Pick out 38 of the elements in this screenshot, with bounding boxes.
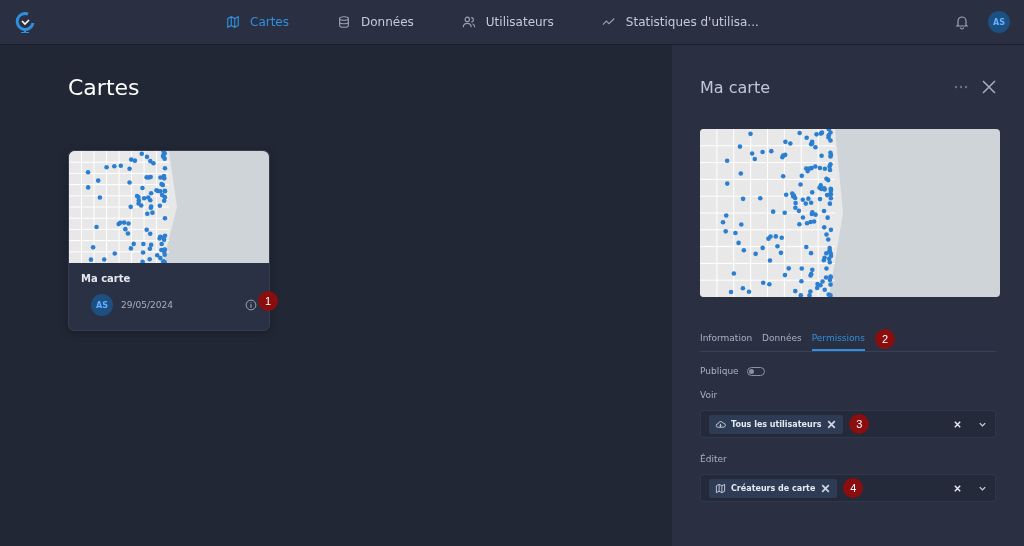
- callout-badge: 4: [843, 478, 864, 498]
- more-icon[interactable]: [954, 85, 968, 89]
- info-icon[interactable]: [245, 299, 257, 311]
- card-title: Ma carte: [81, 273, 132, 284]
- database-icon: [337, 15, 351, 29]
- panel-title: Ma carte: [700, 77, 771, 97]
- remove-icon[interactable]: [820, 482, 832, 494]
- chip-label: Tous les utilisateurs: [731, 419, 822, 429]
- field-label: Voir: [700, 390, 719, 400]
- callout-badge: 2: [874, 329, 895, 349]
- nav-item[interactable]: Données: [337, 15, 414, 29]
- chip-label: Créateurs de carte: [731, 483, 816, 493]
- tab[interactable]: Données: [762, 327, 802, 351]
- multi-select[interactable]: Tous les utilisateurs 3: [700, 410, 996, 438]
- card-date: 29/05/2024: [121, 300, 173, 310]
- nav-item[interactable]: Statistiques d'utilisa...: [601, 15, 759, 29]
- tab[interactable]: Permissions: [811, 327, 865, 351]
- callout-badge: 1: [258, 291, 278, 311]
- map-icon: [715, 482, 726, 494]
- users-icon: [461, 15, 476, 29]
- page-title: Cartes: [68, 75, 141, 100]
- clear-icon[interactable]: [953, 419, 962, 429]
- remove-icon[interactable]: [826, 418, 838, 430]
- callout-badge: 3: [849, 414, 870, 434]
- multi-select[interactable]: Créateurs de carte 4: [700, 474, 996, 502]
- bell-icon[interactable]: [954, 14, 970, 30]
- clear-icon[interactable]: [953, 483, 962, 493]
- map-icon: [226, 15, 240, 29]
- field-label: Éditer: [700, 454, 728, 464]
- tab[interactable]: Information: [700, 327, 753, 351]
- nav-item[interactable]: Utilisateurs: [461, 15, 554, 29]
- logo-icon: [14, 11, 36, 33]
- user-avatar[interactable]: AS: [988, 11, 1010, 33]
- nav-item[interactable]: Cartes: [226, 15, 289, 29]
- close-icon[interactable]: [982, 80, 996, 94]
- cloud-icon: [715, 418, 726, 430]
- user-avatar: AS: [91, 294, 113, 316]
- public-label: Publique: [700, 366, 739, 376]
